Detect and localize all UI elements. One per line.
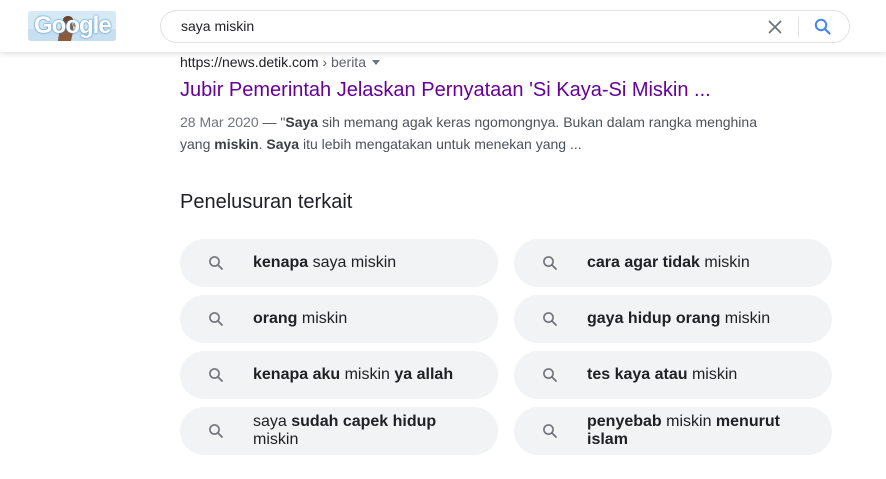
search-input[interactable] <box>181 11 741 42</box>
related-search-chip[interactable]: orang miskin <box>180 295 498 343</box>
result-url[interactable]: https://news.detik.com › berita <box>180 54 780 70</box>
search-icon <box>542 423 558 439</box>
text-fragment: miskin <box>297 310 348 327</box>
search-icon <box>542 311 558 327</box>
related-search-label: saya sudah capek hidup miskin <box>253 413 460 449</box>
search-icon[interactable] <box>812 16 834 38</box>
related-search-chip[interactable]: penyebab miskin menurut islam <box>514 407 832 455</box>
google-doodle-logo[interactable]: Google <box>28 11 116 41</box>
text-fragment: saya <box>253 413 292 430</box>
bold-text: sudah capek hidup <box>291 413 437 430</box>
related-search-chip[interactable]: tes kaya atau miskin <box>514 351 832 399</box>
related-search-label: tes kaya atau miskin <box>587 366 794 384</box>
clear-icon[interactable] <box>765 17 785 37</box>
search-icon <box>208 255 224 271</box>
related-search-chip[interactable]: saya sudah capek hidup miskin <box>180 407 498 455</box>
search-icon <box>542 367 558 383</box>
related-search-chip[interactable]: kenapa saya miskin <box>180 239 498 287</box>
text-fragment: miskin <box>699 254 750 271</box>
logo-text: Google <box>34 12 112 39</box>
bold-text: miskin <box>214 136 259 152</box>
bold-text: Saya <box>266 136 300 152</box>
related-search-chip[interactable]: kenapa aku miskin ya allah <box>180 351 498 399</box>
related-search-chip[interactable]: cara agar tidak miskin <box>514 239 832 287</box>
search-icon <box>208 367 224 383</box>
text-fragment: miskin <box>720 310 771 327</box>
bold-text: kenapa aku <box>253 366 341 383</box>
search-icon <box>542 255 558 271</box>
bold-text: tes kaya atau <box>587 366 688 383</box>
search-box <box>160 10 850 43</box>
related-search-label: gaya hidup orang miskin <box>587 310 794 328</box>
header-bar: Google <box>0 0 886 52</box>
result-date: 28 Mar 2020 <box>180 114 259 130</box>
search-divider <box>798 17 799 37</box>
bold-text: cara agar tidak <box>587 254 700 271</box>
related-search-label: penyebab miskin menurut islam <box>587 413 794 449</box>
related-search-label: orang miskin <box>253 310 460 328</box>
text-fragment: miskin <box>661 413 716 430</box>
text-fragment: — " <box>258 114 286 130</box>
search-result: https://news.detik.com › berita Jubir Pe… <box>180 54 780 155</box>
result-title-link[interactable]: Jubir Pemerintah Jelaskan Pernyataan 'Si… <box>180 78 780 102</box>
bold-text: gaya hidup orang <box>587 310 721 327</box>
related-search-label: kenapa saya miskin <box>253 254 460 272</box>
chevron-down-icon[interactable] <box>371 60 380 65</box>
snippet-text: — "Saya sih memang agak keras ngomongnya… <box>180 114 757 152</box>
text-fragment: saya miskin <box>308 254 397 271</box>
bold-text: orang <box>253 310 298 327</box>
bold-text: ya allah <box>394 366 454 383</box>
result-domain: https://news.detik.com <box>180 54 319 70</box>
related-search-label: kenapa aku miskin ya allah <box>253 366 460 384</box>
result-breadcrumb: › berita <box>318 54 366 70</box>
text-fragment: itu lebih mengatakan untuk menekan yang … <box>299 136 582 152</box>
text-fragment: miskin <box>253 431 299 448</box>
result-snippet: 28 Mar 2020 — "Saya sih memang agak kera… <box>180 111 770 155</box>
text-fragment: miskin <box>340 366 395 383</box>
related-search-label: cara agar tidak miskin <box>587 254 794 272</box>
text-fragment: miskin <box>687 366 738 383</box>
search-icon <box>208 423 224 439</box>
related-searches-heading: Penelusuran terkait <box>180 191 353 213</box>
search-icon <box>208 311 224 327</box>
related-search-chip[interactable]: gaya hidup orang miskin <box>514 295 832 343</box>
bold-text: Saya <box>285 114 319 130</box>
bold-text: penyebab <box>587 413 662 430</box>
bold-text: kenapa <box>253 254 309 271</box>
